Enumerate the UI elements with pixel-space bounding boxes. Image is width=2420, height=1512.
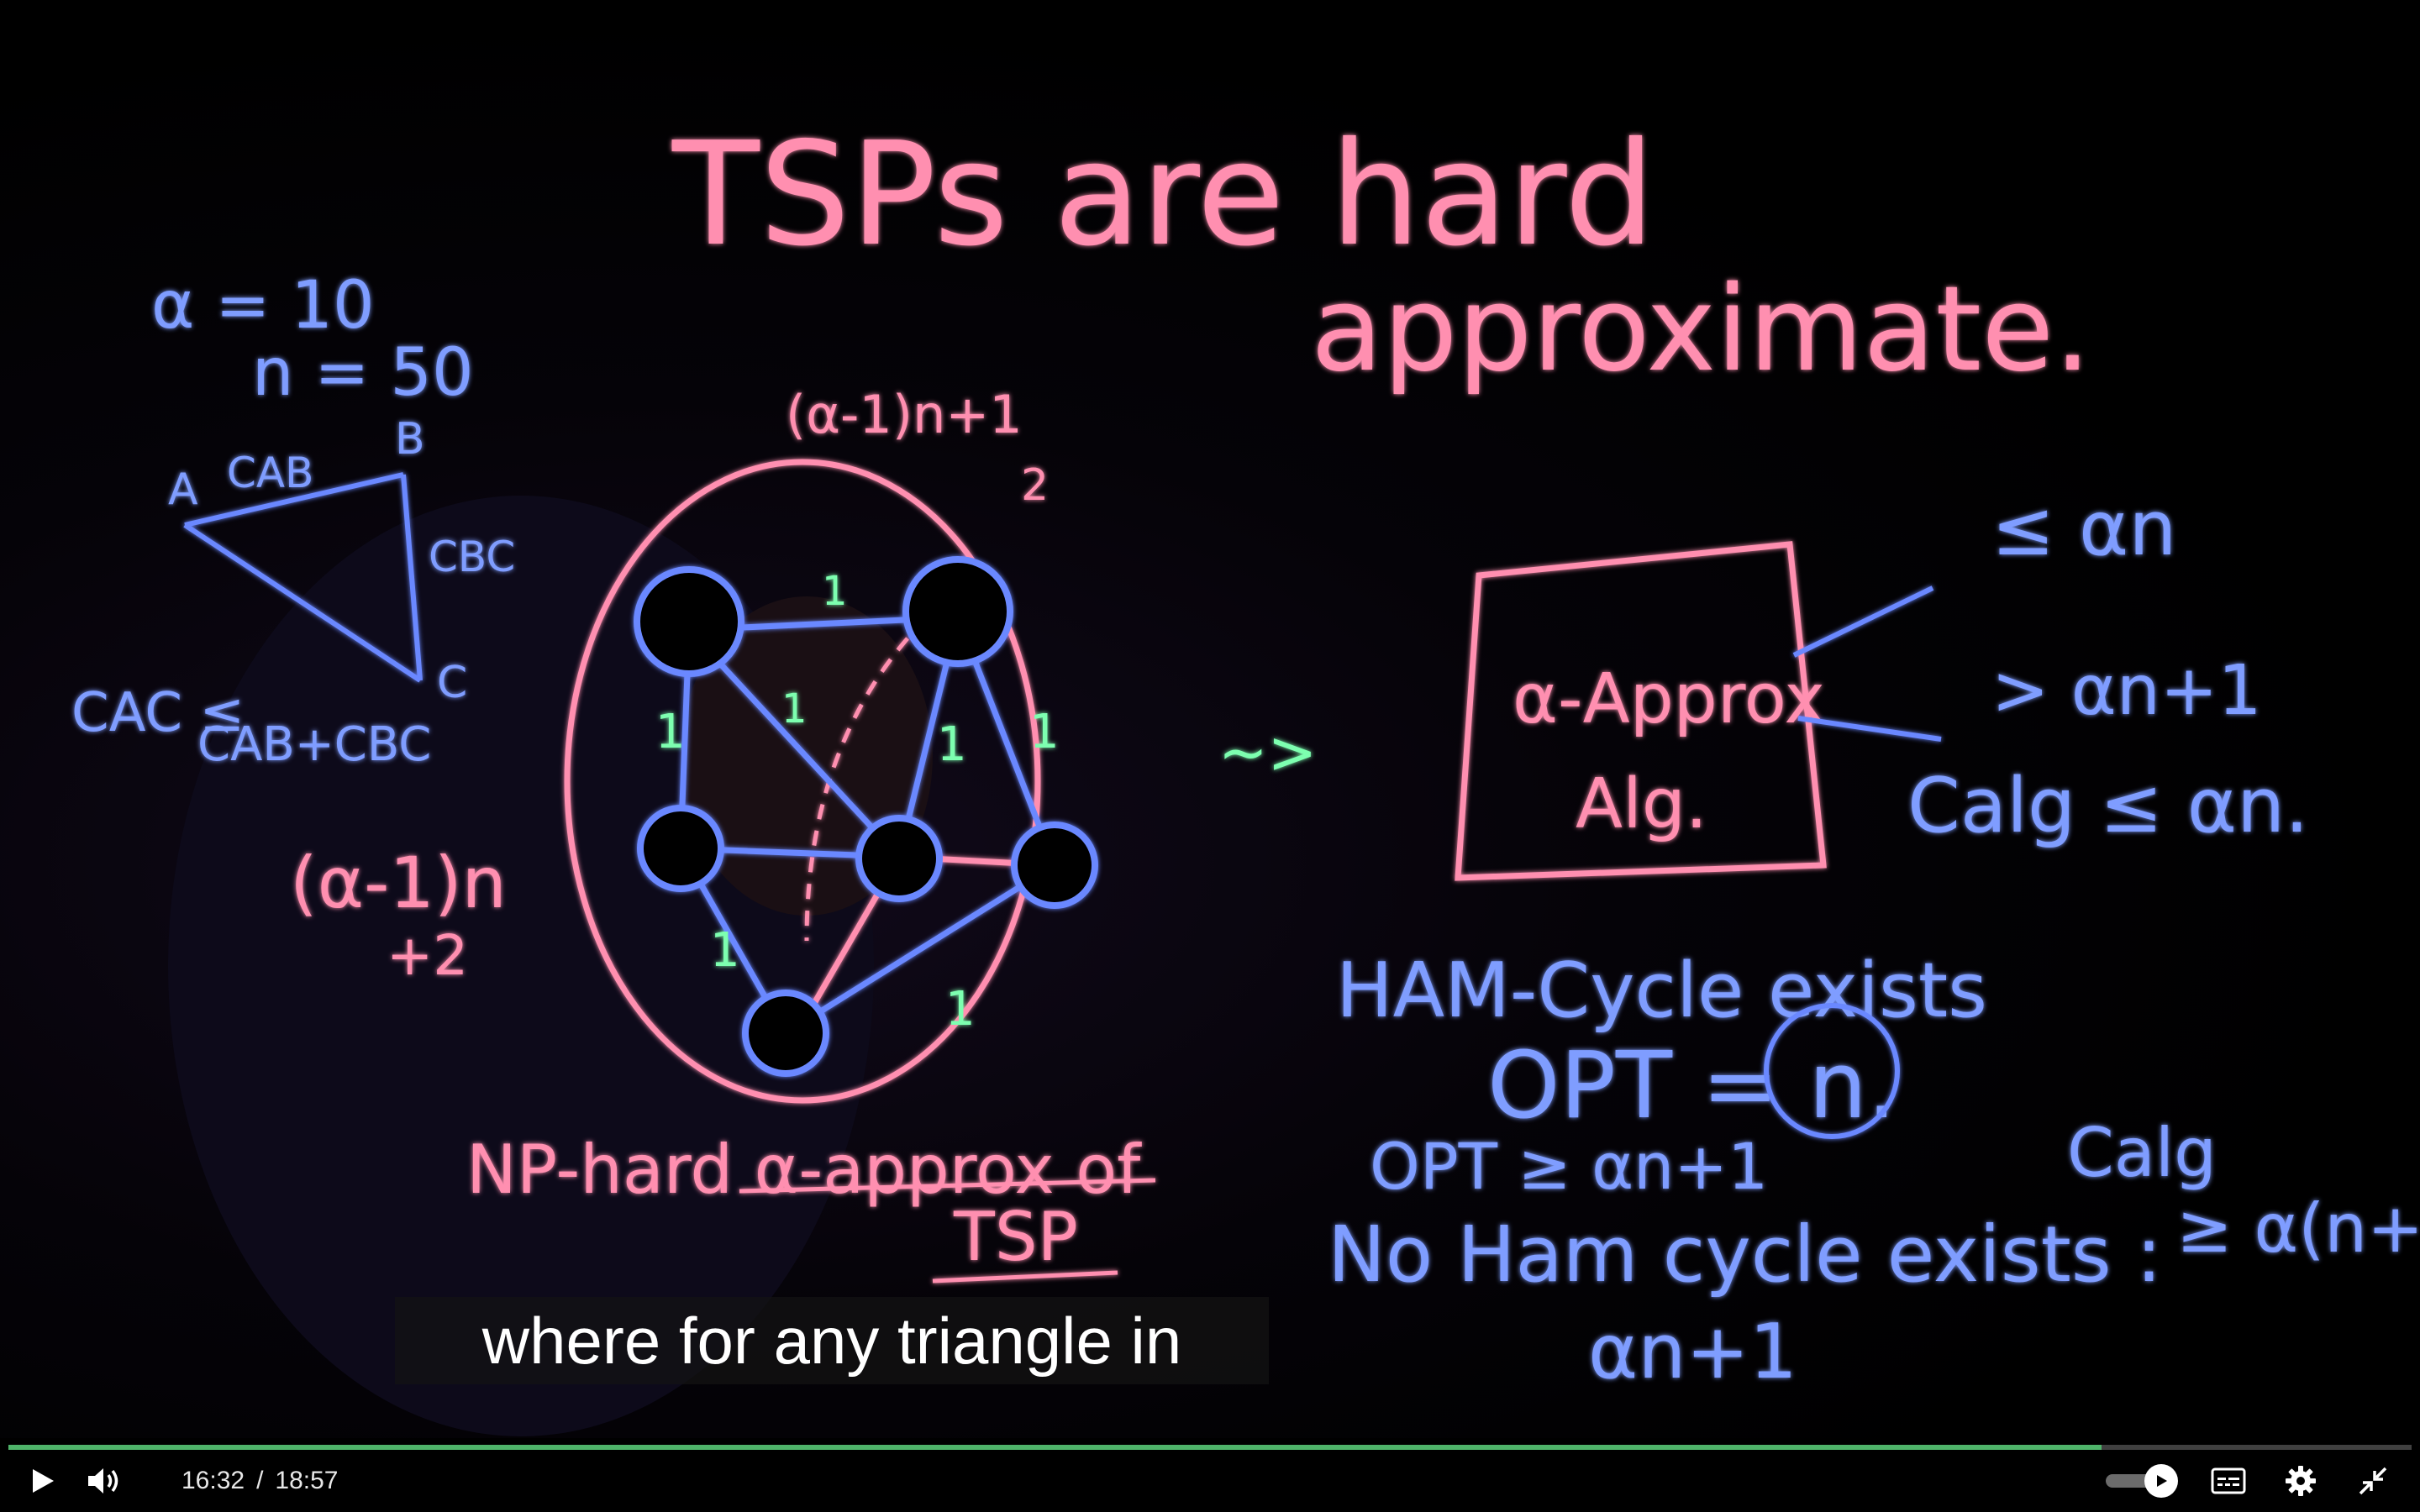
box-line-1: α-Approx bbox=[1512, 659, 1825, 739]
current-time: 16:32 bbox=[182, 1467, 245, 1494]
calg-le-label: Calg ≤ αn. bbox=[1907, 762, 2309, 850]
ham-cycle-exists: HAM-Cycle exists bbox=[1336, 947, 1987, 1035]
edge-weight-6: 1 bbox=[710, 923, 740, 978]
opt-ge-label: OPT ≥ αn+1 bbox=[1370, 1129, 1768, 1204]
box-line-2: Alg. bbox=[1576, 764, 1707, 844]
weight-left-denominator: +2 bbox=[387, 923, 468, 988]
ge-alpha-label: ≥ α(n+1) bbox=[2176, 1189, 2420, 1268]
exit-fullscreen-icon bbox=[2359, 1467, 2387, 1495]
opt-equals-n: OPT = n. bbox=[1487, 1032, 1897, 1139]
output-arrow-upper bbox=[1792, 585, 1934, 658]
vertex-a-label: A bbox=[168, 465, 198, 515]
vertex-b-label: B bbox=[395, 414, 425, 465]
subtitle-text: where for any triangle in bbox=[481, 1304, 1182, 1378]
n-equation: n = 50 bbox=[252, 335, 474, 411]
weight-top-denominator: 2 bbox=[1021, 460, 1049, 511]
title-line-1: TSPs are hard bbox=[671, 112, 1655, 278]
autoplay-play-icon bbox=[2157, 1475, 2167, 1487]
edge-weight-5: 1 bbox=[1029, 705, 1060, 759]
weight-left-label: (α-1)n bbox=[290, 842, 507, 924]
play-button[interactable] bbox=[15, 1454, 69, 1508]
toggle-knob bbox=[2144, 1464, 2178, 1498]
edge-weight-1: 1 bbox=[822, 568, 848, 615]
captions-icon bbox=[2211, 1467, 2246, 1494]
captions-button[interactable] bbox=[2202, 1454, 2255, 1508]
edge-weight-2: 1 bbox=[655, 705, 686, 759]
video-frame[interactable]: TSPs are hard approximate. α = 10 n = 50… bbox=[0, 0, 2420, 1438]
control-bar: 16:32 / 18:57 bbox=[0, 1450, 2420, 1512]
cost-bc-label: CBC bbox=[429, 533, 515, 581]
volume-button[interactable] bbox=[77, 1454, 131, 1508]
weight-top-label: (α-1)n+1 bbox=[786, 384, 1023, 445]
algorithm-box: α-Approx Alg. bbox=[1455, 541, 1827, 881]
vertex-c-label: C bbox=[437, 658, 467, 708]
volume-icon bbox=[88, 1468, 118, 1494]
duration: 18:57 bbox=[275, 1467, 339, 1494]
cost-ab-label: CAB bbox=[227, 449, 313, 497]
calg-label-2: Calg bbox=[2067, 1114, 2217, 1192]
edge-weight-3: 1 bbox=[781, 685, 808, 732]
reduction-squiggle: ~> bbox=[1218, 718, 1317, 787]
time-display: 16:32 / 18:57 bbox=[182, 1467, 339, 1495]
output-ge-label: > αn+1 bbox=[1991, 651, 2262, 731]
time-separator: / bbox=[256, 1467, 264, 1494]
output-le-label: ≤ αn bbox=[1991, 485, 2176, 573]
right-controls bbox=[2102, 1454, 2400, 1508]
edge-weight-4: 1 bbox=[937, 717, 967, 772]
play-icon bbox=[33, 1469, 54, 1493]
subtitle-caption: where for any triangle in bbox=[395, 1297, 1269, 1384]
title-line-2: approximate. bbox=[1311, 261, 2091, 398]
tsp-label: TSP bbox=[953, 1198, 1078, 1276]
autoplay-toggle[interactable] bbox=[2102, 1464, 2183, 1498]
lightboard-drawing: TSPs are hard approximate. α = 10 n = 50… bbox=[71, 112, 2420, 1436]
exit-fullscreen-button[interactable] bbox=[2346, 1454, 2400, 1508]
settings-button[interactable] bbox=[2274, 1454, 2328, 1508]
edge-weight-7: 1 bbox=[945, 982, 976, 1037]
cost-sum: CAB+CBC bbox=[197, 717, 431, 772]
no-ham-cycle: No Ham cycle exists : bbox=[1328, 1210, 2162, 1299]
gear-icon bbox=[2286, 1466, 2316, 1496]
alpha-equation: α = 10 bbox=[151, 268, 375, 344]
alpha-n-plus-1: αn+1 bbox=[1588, 1308, 1797, 1396]
video-player[interactable]: TSPs are hard approximate. α = 10 n = 50… bbox=[0, 0, 2420, 1512]
